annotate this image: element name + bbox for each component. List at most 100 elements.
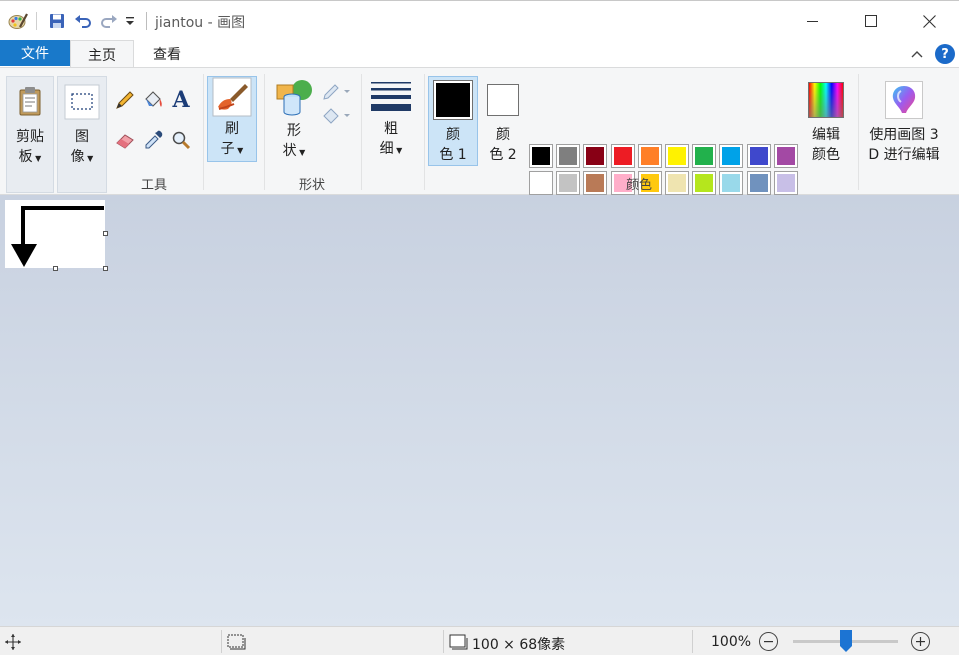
tab-home[interactable]: 主页 xyxy=(70,40,134,68)
image-label: 图 xyxy=(75,129,89,145)
outline-button[interactable] xyxy=(320,80,352,104)
zoom-level-text: 100% xyxy=(711,634,752,650)
magnifier-tool[interactable] xyxy=(169,128,193,152)
palette-swatch[interactable] xyxy=(637,144,662,168)
color2-swatch xyxy=(487,84,519,116)
clipboard-label: 剪贴 xyxy=(16,129,44,145)
eraser-tool[interactable] xyxy=(113,128,137,152)
shapes-label: 形 xyxy=(287,123,301,139)
palette-swatch[interactable] xyxy=(665,144,689,168)
pencil-icon xyxy=(116,91,134,109)
undo-icon[interactable] xyxy=(72,11,94,31)
close-button[interactable] xyxy=(900,1,958,41)
brush-button[interactable]: 刷 子 ▼ xyxy=(207,76,257,162)
tools-group-label: 工具 xyxy=(140,178,167,193)
color2-well xyxy=(480,77,526,123)
zoom-in-button[interactable] xyxy=(911,632,930,651)
status-divider xyxy=(443,630,444,653)
status-bar: 100 × 68像素 100% xyxy=(0,626,959,655)
text-tool[interactable]: A xyxy=(169,88,193,112)
fill-shape-button[interactable] xyxy=(320,104,352,128)
minimize-icon xyxy=(807,21,818,22)
palette-swatch[interactable] xyxy=(583,144,608,168)
color-picker-tool[interactable] xyxy=(141,128,165,152)
arrow-drawing xyxy=(11,206,104,267)
paint3d-label-2: D 进行编辑 xyxy=(868,147,940,163)
select-rectangle-icon xyxy=(59,79,105,125)
brush-label: 刷 xyxy=(225,121,239,137)
group-divider xyxy=(424,74,425,190)
palette-swatch[interactable] xyxy=(773,144,798,168)
question-mark-icon: ? xyxy=(941,46,949,62)
image-button[interactable]: 图 像 ▼ xyxy=(57,76,107,193)
color2-label-2: 色 2 xyxy=(489,147,517,163)
window-title: jiantou - 画图 xyxy=(155,15,246,31)
color1-swatch xyxy=(433,80,473,120)
minimize-button[interactable] xyxy=(784,1,842,41)
help-button[interactable]: ? xyxy=(935,44,955,64)
tab-view[interactable]: 查看 xyxy=(134,40,200,68)
drawing-canvas[interactable] xyxy=(5,200,105,268)
text-a-icon: A xyxy=(172,87,190,113)
brush-icon xyxy=(209,77,255,117)
paint3d-icon xyxy=(881,77,927,123)
close-icon xyxy=(922,14,936,28)
cursor-position-icon xyxy=(4,633,22,655)
edit-colors-button[interactable]: 编辑 颜色 xyxy=(802,76,850,166)
zoom-slider-thumb[interactable] xyxy=(839,630,852,652)
separator xyxy=(146,12,147,30)
palette-swatch[interactable] xyxy=(610,144,635,168)
collapse-ribbon-button[interactable] xyxy=(908,45,926,63)
image-label-2: 像 ▼ xyxy=(70,149,94,165)
color2-button[interactable]: 颜 色 2 xyxy=(478,76,528,166)
zoom-out-button[interactable] xyxy=(759,632,778,651)
image-size-icon xyxy=(448,633,468,655)
palette-swatch[interactable] xyxy=(719,144,744,168)
ribbon-tabs: 文件 主页 查看 ? xyxy=(0,40,959,68)
maximize-icon xyxy=(865,15,877,27)
line-width-icon xyxy=(368,77,414,117)
fill-tool[interactable] xyxy=(141,88,165,112)
edit-colors-label-2: 颜色 xyxy=(812,147,840,163)
fill-bucket-icon xyxy=(323,108,350,124)
shapes-icon xyxy=(271,77,317,119)
resize-handle-corner[interactable] xyxy=(103,266,108,271)
selection-size-icon xyxy=(226,633,246,655)
image-size-text: 100 × 68像素 xyxy=(472,637,566,653)
palette-swatch[interactable] xyxy=(529,144,553,168)
color1-button[interactable]: 颜 色 1 xyxy=(428,76,478,166)
separator xyxy=(36,12,37,30)
tab-file[interactable]: 文件 xyxy=(0,40,70,66)
palette-swatch[interactable] xyxy=(746,144,771,168)
color1-well xyxy=(430,77,476,123)
chevron-up-icon xyxy=(911,51,923,58)
save-icon[interactable] xyxy=(46,11,68,31)
outline-pencil-icon xyxy=(323,84,350,100)
redo-icon[interactable] xyxy=(98,11,120,31)
eraser-icon xyxy=(116,134,134,149)
group-divider xyxy=(858,74,859,190)
customize-quick-access-icon[interactable] xyxy=(123,11,137,31)
resize-handle-right[interactable] xyxy=(103,231,108,236)
title-bar: jiantou - 画图 xyxy=(0,0,959,40)
pencil-tool[interactable] xyxy=(113,88,137,112)
edit-colors-label: 编辑 xyxy=(812,127,840,143)
resize-handle-bottom[interactable] xyxy=(53,266,58,271)
status-divider xyxy=(221,630,222,653)
size-button[interactable]: 粗 细 ▼ xyxy=(366,76,416,162)
paint3d-button[interactable]: 使用画图 3 D 进行编辑 xyxy=(862,76,946,166)
maximize-button[interactable] xyxy=(842,1,900,41)
minus-icon xyxy=(764,641,773,643)
clipboard-label-2: 板 ▼ xyxy=(18,149,42,165)
group-divider xyxy=(264,74,265,190)
shapes-button[interactable]: 形 状 ▼ xyxy=(270,76,318,162)
magnifier-icon xyxy=(172,131,191,150)
clipboard-button[interactable]: 剪贴 板 ▼ xyxy=(6,76,54,193)
paint-palette-icon[interactable] xyxy=(6,11,30,31)
palette-swatch[interactable] xyxy=(692,144,717,168)
brush-label-2: 子 ▼ xyxy=(220,141,244,157)
palette-swatch[interactable] xyxy=(556,144,581,168)
canvas-workspace[interactable] xyxy=(0,195,959,626)
group-divider xyxy=(361,74,362,190)
eyedropper-icon xyxy=(145,130,163,149)
